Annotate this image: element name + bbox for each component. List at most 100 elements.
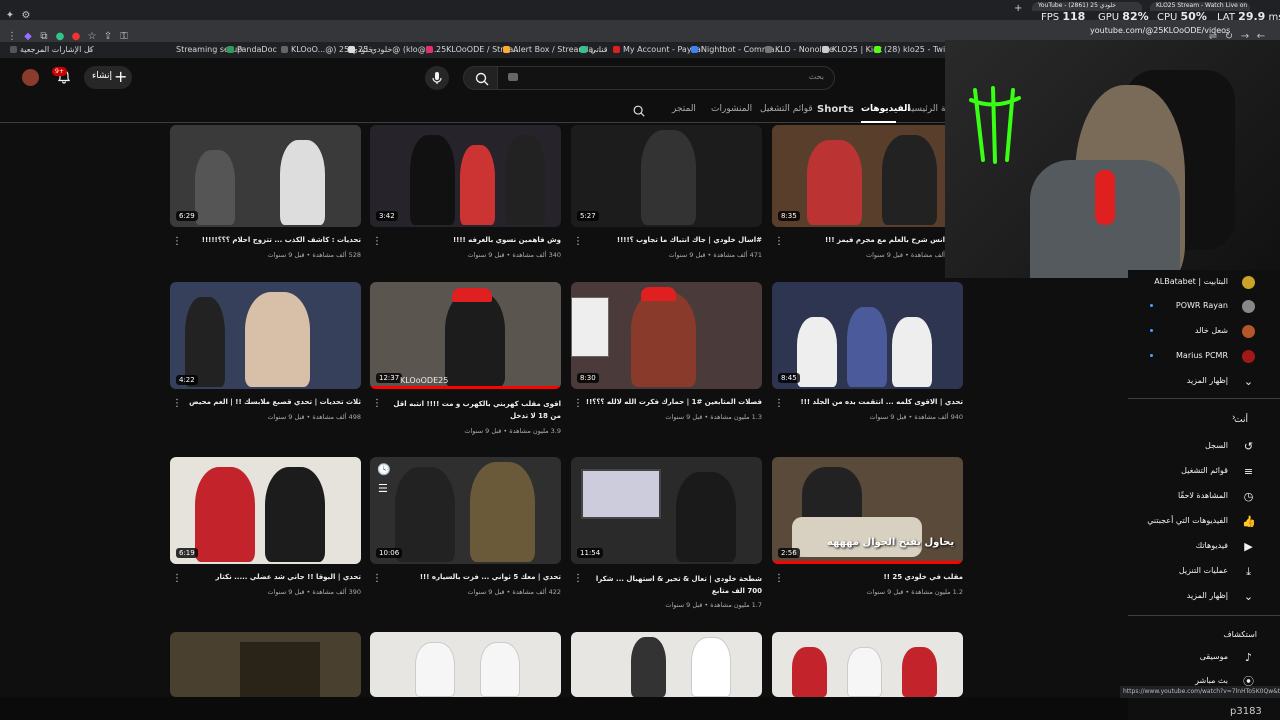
sidebar-item-live[interactable]: بث مباشر — [1195, 676, 1228, 685]
video-thumbnail[interactable]: 8:35 — [772, 125, 963, 227]
copy-icon[interactable]: ⧉ — [36, 31, 52, 42]
duration-badge: 4:22 — [176, 375, 198, 385]
video-menu-icon[interactable]: ⋮ — [573, 398, 583, 409]
search-button[interactable] — [463, 66, 498, 90]
video-thumbnail[interactable]: 8:30 — [571, 282, 762, 389]
search-input[interactable]: بحث — [497, 66, 835, 90]
video-thumbnail[interactable]: 🕓 ☰ 10:06 — [370, 457, 561, 564]
sidebar-item-downloads[interactable]: عمليات التنزيل — [1179, 566, 1228, 575]
video-thumbnail[interactable]: 8:45 — [772, 282, 963, 389]
bookmarks-overflow-icon[interactable]: » — [88, 45, 93, 54]
tab-kick-stream[interactable]: KLO25 Stream - Watch Live on — [1150, 2, 1250, 11]
chevron-down-icon[interactable]: ⌄ — [1242, 375, 1255, 388]
tab-shorts[interactable]: Shorts — [817, 104, 854, 115]
video-thumbnail[interactable]: 3:42 — [370, 125, 561, 227]
avatar[interactable] — [1242, 300, 1255, 313]
video-title[interactable]: تحدي | الاقوى كلمه ... انتقمت بده من الج… — [787, 398, 963, 406]
avatar[interactable] — [1242, 325, 1255, 338]
more-icon[interactable]: ⋮ — [4, 31, 20, 42]
subscription-label[interactable]: ALBatabet | البتابيت — [1154, 277, 1228, 286]
avatar[interactable] — [1242, 350, 1255, 363]
playlists-icon[interactable]: ≡ — [1242, 465, 1255, 478]
download-icon[interactable]: ⤓ — [1242, 565, 1255, 578]
video-thumbnail[interactable]: 4:22 — [170, 282, 361, 389]
share-icon[interactable]: ⇪ — [100, 31, 116, 42]
sidebar-item-your-videos[interactable]: فيديوهاتك — [1196, 541, 1228, 550]
extension-icon[interactable]: ◆ — [20, 31, 36, 42]
video-menu-icon[interactable]: ⋮ — [573, 236, 583, 247]
avatar[interactable] — [22, 69, 39, 86]
video-title[interactable]: ثلاث تحديات | تحدي قصبع ملابسك !! | العم… — [185, 398, 361, 406]
channel-search-icon[interactable] — [632, 104, 646, 118]
video-thumbnail[interactable] — [170, 632, 361, 697]
video-title[interactable]: فصلات المتابعين #1 | حمارك فكرت الله لال… — [586, 398, 762, 406]
video-menu-icon[interactable]: ⋮ — [774, 398, 784, 409]
bookmark-star-icon[interactable]: ☆ — [84, 31, 100, 42]
tab-playlists[interactable]: قوائم التشغيل — [760, 104, 813, 114]
show-more-subscriptions[interactable]: إظهار المزيد — [1187, 376, 1228, 385]
create-label: إنشاء — [92, 71, 113, 81]
video-thumbnail[interactable]: 12:37 KLOoODE25 — [370, 282, 561, 389]
bookmark-all[interactable]: كل الإشارات المرجعية — [7, 45, 94, 54]
video-menu-icon[interactable]: ⋮ — [372, 398, 382, 409]
music-icon[interactable]: ♪ — [1242, 651, 1255, 664]
video-title[interactable]: وش فاهمين نسوي بالغرفه !!!! — [385, 236, 561, 244]
video-title[interactable]: شطحة خلودي | تعال & تحير & استهبال ... ش… — [586, 573, 762, 597]
video-menu-icon[interactable]: ⋮ — [372, 573, 382, 584]
video-thumbnail[interactable] — [772, 632, 963, 697]
extension-green-icon[interactable]: ● — [52, 31, 68, 42]
video-menu-icon[interactable]: ⋮ — [172, 573, 182, 584]
video-thumbnail[interactable] — [571, 632, 762, 697]
subscription-label[interactable]: شعل خالد — [1195, 326, 1228, 335]
watch-later-icon[interactable]: ◷ — [1242, 490, 1255, 503]
video-thumbnail[interactable]: 5:27 — [571, 125, 762, 227]
video-thumbnail[interactable]: 6:29 — [170, 125, 361, 227]
history-icon[interactable]: ↺ — [1242, 440, 1255, 453]
video-thumbnail[interactable]: يحاول يفتح الجوال مهههه 2:56 — [772, 457, 963, 564]
like-icon[interactable]: 👍 — [1242, 515, 1256, 528]
video-title[interactable]: اقوى مقلب كهربني بالكهرب و مت !!!! انتبه… — [385, 398, 561, 422]
sidebar-item-music[interactable]: موسيقى — [1200, 652, 1228, 661]
watch-later-hover-icon[interactable]: 🕓 — [377, 463, 391, 476]
video-title[interactable]: انس شرح بالعلم مع مجرم فيمز !!! — [787, 236, 945, 244]
sidebar-item-playlists[interactable]: قوائم التشغيل — [1181, 466, 1228, 475]
video-menu-icon[interactable]: ⋮ — [774, 236, 784, 247]
video-thumbnail[interactable]: 11:54 — [571, 457, 762, 564]
video-menu-icon[interactable]: ⋮ — [172, 236, 182, 247]
voice-search-mic-icon[interactable] — [425, 66, 449, 90]
new-tab-icon[interactable]: + — [1014, 3, 1022, 14]
tab-videos[interactable]: الفيديوهات — [861, 104, 911, 114]
keyboard-icon[interactable] — [508, 73, 518, 81]
video-thumbnail[interactable] — [370, 632, 561, 697]
sidebar-item-watch-later[interactable]: المشاهدة لاحقًا — [1178, 491, 1228, 500]
chevron-right-icon[interactable]: › — [1232, 413, 1236, 423]
bookmark-pandadoc[interactable]: PandaDoc — [224, 45, 277, 54]
video-menu-icon[interactable]: ⋮ — [172, 398, 182, 409]
video-title[interactable]: #اسال خلودي | جاك انتباك ما تجاوب ؟!!!! — [586, 236, 762, 244]
add-to-queue-icon[interactable]: ☰ — [378, 482, 388, 495]
subscription-label[interactable]: POWR Rayan — [1176, 301, 1228, 310]
video-title[interactable]: تحدي | البوقا !! جاني شد عضلي ..... نكتا… — [185, 573, 362, 581]
video-menu-icon[interactable]: ⋮ — [774, 573, 784, 584]
sidebar-item-history[interactable]: السجل — [1205, 441, 1228, 450]
chevron-down-icon[interactable]: ⌄ — [1242, 590, 1255, 603]
show-more-you[interactable]: إظهار المزيد — [1187, 591, 1228, 600]
key-icon[interactable]: ⚿ — [116, 31, 132, 42]
video-title[interactable]: مقلب في خلودي 25 !! — [787, 573, 964, 581]
video-title[interactable]: تحدي | معك 5 ثواني ... فزت بالسياره !!! — [385, 573, 561, 581]
tab-youtube[interactable]: YouTube - خلودي 25 (2861) — [1032, 2, 1142, 11]
bookmark-my-channel[interactable]: قناتي — [577, 45, 608, 54]
tab-store[interactable]: المتجر — [672, 104, 696, 114]
subscription-label[interactable]: Marius PCMR — [1176, 351, 1228, 360]
extension-red-icon[interactable]: ● — [68, 31, 84, 42]
video-title[interactable]: تحديات : كاشف الكذب ... تتزوج احلام ؟؟؟!… — [185, 236, 361, 244]
create-button[interactable]: إنشاء + — [84, 66, 132, 89]
video-thumbnail[interactable]: 6:19 — [170, 457, 361, 564]
avatar[interactable] — [1242, 276, 1255, 289]
sidebar-item-liked[interactable]: الفيديوهات التي أعجبتني — [1147, 516, 1228, 525]
tab-posts[interactable]: المنشورات — [711, 104, 752, 114]
video-menu-icon[interactable]: ⋮ — [372, 236, 382, 247]
you-section-heading[interactable]: أنت — [1234, 415, 1248, 425]
your-videos-icon[interactable]: ▶ — [1242, 540, 1255, 553]
video-menu-icon[interactable]: ⋮ — [573, 573, 583, 584]
